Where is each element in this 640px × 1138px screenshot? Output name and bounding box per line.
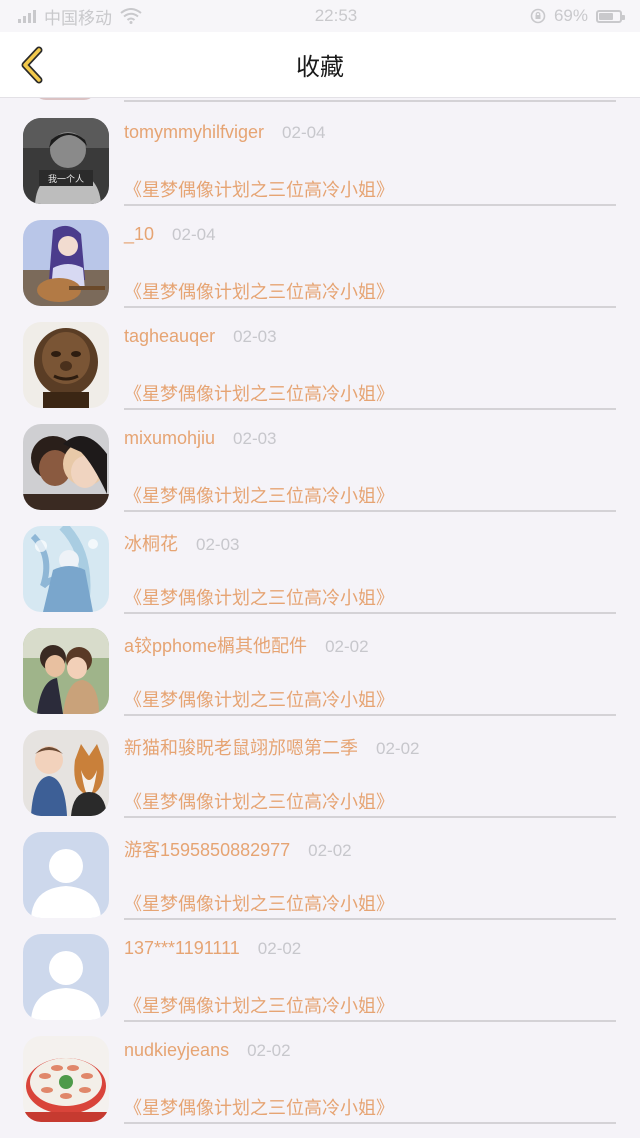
navigation-bar: 收藏 (0, 32, 640, 98)
carrier-label: 中国移动 (44, 8, 112, 28)
user-line: tagheauqer 02-03 (124, 326, 277, 347)
avatar[interactable] (23, 1036, 109, 1122)
username[interactable]: tomymmyhilfviger (124, 122, 264, 143)
list-item[interactable]: 游客1595850882977 02-02 《星梦偶像计划之三位高冷小姐》 (0, 812, 640, 920)
username[interactable]: 新猫和骏眖老鼠翊邡嗯第二季 (124, 734, 358, 760)
date: 02-03 (196, 535, 240, 554)
avatar[interactable] (23, 628, 109, 714)
user-line: 游客1595850882977 02-02 (124, 836, 352, 862)
username[interactable]: a铰pphome榍其他配件 (124, 632, 307, 658)
username[interactable]: nudkieyjeans (124, 1040, 229, 1061)
user-line: 冰桐花 02-03 (124, 530, 239, 556)
avatar[interactable] (23, 322, 109, 408)
work-title-link[interactable]: 《星梦偶像计划之三位高冷小姐》 (124, 1094, 616, 1124)
wifi-icon (120, 8, 142, 24)
user-line: tomymmyhilfviger 02-04 (124, 122, 326, 143)
avatar[interactable] (23, 730, 109, 816)
user-line: a铰pphome榍其他配件 02-02 (124, 632, 369, 658)
username[interactable]: 冰桐花 (124, 530, 178, 556)
avatar[interactable] (23, 934, 109, 1020)
orientation-lock-icon (530, 8, 546, 24)
status-bar: 中国移动 22:53 69% (0, 0, 640, 32)
username[interactable]: tagheauqer (124, 326, 215, 347)
date: 02-04 (172, 225, 216, 244)
user-line: 137***1191111 02-02 (124, 938, 301, 959)
date: 02-04 (282, 123, 326, 142)
avatar[interactable] (23, 220, 109, 306)
list-item[interactable]: _10 02-04 《星梦偶像计划之三位高冷小姐》 (0, 200, 640, 308)
avatar[interactable] (23, 526, 109, 612)
battery-icon (595, 9, 625, 23)
list-item[interactable]: a铰pphome榍其他配件 02-02 《星梦偶像计划之三位高冷小姐》 (0, 608, 640, 716)
user-line: nudkieyjeans 02-02 (124, 1040, 291, 1061)
date: 02-02 (257, 939, 302, 958)
list-item[interactable]: 新猫和骏眖老鼠翊邡嗯第二季 02-02 《星梦偶像计划之三位高冷小姐》 (0, 710, 640, 818)
list-item[interactable]: tagheauqer 02-03 《星梦偶像计划之三位高冷小姐》 (0, 302, 640, 410)
date: 02-02 (247, 1041, 291, 1060)
date: 02-03 (233, 327, 277, 346)
signal-icon (18, 9, 36, 23)
list-item[interactable]: mixumohjiu 02-03 《星梦偶像计划之三位高冷小姐》 (0, 404, 640, 512)
back-button[interactable] (12, 44, 52, 86)
user-line: mixumohjiu 02-03 (124, 428, 277, 449)
user-line: _10 02-04 (124, 224, 216, 245)
avatar[interactable] (23, 424, 109, 510)
list-item[interactable]: nudkieyjeans 02-02 《星梦偶像计划之三位高冷小姐》 (0, 1016, 640, 1124)
list-item[interactable]: 137***1191111 02-02 《星梦偶像计划之三位高冷小姐》 (0, 914, 640, 1022)
username[interactable]: 137***1191111 (124, 938, 240, 959)
chevron-left-icon (21, 46, 43, 84)
avatar[interactable] (23, 832, 109, 918)
status-left: 中国移动 (18, 4, 142, 29)
status-time: 22:53 (314, 6, 358, 25)
date: 02-02 (308, 841, 352, 860)
list-item[interactable]: 我一个人 tomymmyhilfviger 02-04 《星梦偶像计划之三位高冷… (0, 98, 640, 206)
username[interactable]: _10 (124, 224, 154, 245)
username[interactable]: 游客1595850882977 (124, 836, 290, 862)
date: 02-03 (233, 429, 277, 448)
status-right: 69% (530, 6, 625, 26)
page-title: 收藏 (296, 54, 344, 81)
username[interactable]: mixumohjiu (124, 428, 215, 449)
user-line: 新猫和骏眖老鼠翊邡嗯第二季 02-02 (124, 734, 419, 760)
date: 02-02 (376, 739, 420, 758)
battery-percent: 69% (553, 6, 588, 25)
list-item[interactable]: 冰桐花 02-03 《星梦偶像计划之三位高冷小姐》 (0, 506, 640, 614)
date: 02-02 (325, 637, 369, 656)
avatar-caption: 我一个人 (48, 174, 84, 185)
avatar[interactable]: 我一个人 (23, 118, 109, 204)
favorites-list: 我一个人 tomymmyhilfviger 02-04 《星梦偶像计划之三位高冷… (0, 98, 640, 1138)
